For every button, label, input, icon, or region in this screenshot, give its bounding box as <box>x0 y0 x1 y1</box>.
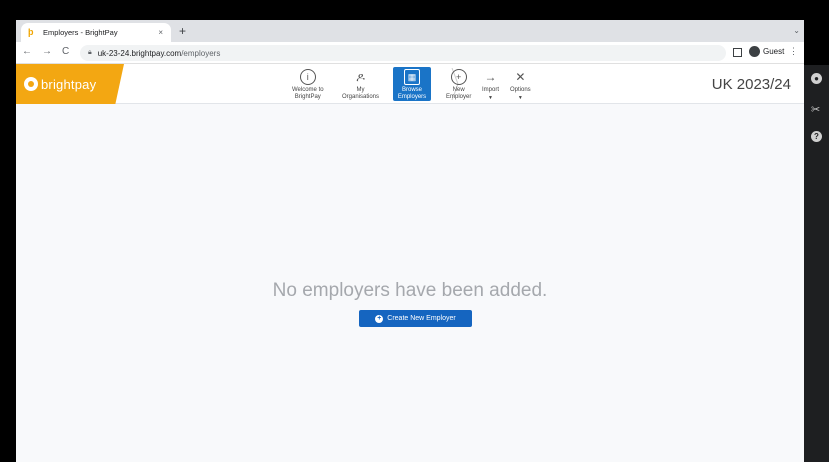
building-icon: ▦ <box>404 69 420 85</box>
people-icon: ዶ <box>356 69 365 84</box>
plus-circle-icon: + <box>375 314 384 323</box>
nav-browse-employers[interactable]: ▦ Browse Employers <box>393 67 431 101</box>
forward-button[interactable]: → <box>42 46 52 57</box>
nav-browse-label: Browse Employers <box>397 87 427 100</box>
nav-welcome-label: Welcome to BrightPay <box>292 87 324 100</box>
tax-year-label: UK 2023/24 <box>711 76 791 93</box>
tab-title: Employers - BrightPay <box>43 28 118 37</box>
browser-menu-icon[interactable]: ⋮ <box>789 46 798 57</box>
nav-options-label: Options <box>510 87 531 93</box>
nav-options[interactable]: ✕ Options ▼ <box>510 67 531 101</box>
brand-name: brightpay <box>41 76 97 92</box>
chevron-down-icon: ▼ <box>488 94 493 101</box>
back-button[interactable]: ← <box>22 46 32 57</box>
side-panel-icon[interactable] <box>733 48 742 57</box>
address-bar[interactable]: 🔒︎ uk-23-24.brightpay.com/employers <box>80 45 726 61</box>
tools-icon: ✕ <box>515 70 526 84</box>
import-arrow-icon: → <box>484 70 497 84</box>
help-icon[interactable]: ? <box>811 131 822 142</box>
tab-close-icon[interactable]: × <box>158 28 163 37</box>
app-header: brightpay i Welcome to BrightPay ዶ My Orga… <box>16 64 804 104</box>
nav-import[interactable]: → Import ▼ <box>482 67 499 101</box>
browser-toolbar: ← → C 🔒︎ uk-23-24.brightpay.com/employer… <box>16 42 804 64</box>
url-text: uk-23-24.brightpay.com/employers <box>97 48 221 58</box>
avatar-icon <box>749 46 760 57</box>
settings-tools-icon[interactable]: ✂︎ <box>811 105 820 116</box>
browser-window: ϸ Employers - BrightPay × + ⌄ ← → C 🔒︎ u… <box>16 20 804 462</box>
nav-new-employer[interactable]: + New Employer <box>446 67 471 101</box>
tab-strip: ϸ Employers - BrightPay × + ⌄ <box>16 20 804 42</box>
create-button-label: Create New Employer <box>387 315 456 322</box>
new-tab-button[interactable]: + <box>179 24 186 38</box>
nav-new-employer-label: New Employer <box>446 87 472 100</box>
profile-label: Guest <box>763 47 785 56</box>
profile-button[interactable]: Guest <box>749 46 784 57</box>
plus-circle-icon: + <box>450 69 467 85</box>
brightpay-logo[interactable]: brightpay <box>16 64 124 104</box>
user-account-icon[interactable]: ● <box>811 73 822 84</box>
create-new-employer-button[interactable]: + Create New Employer <box>359 310 472 327</box>
brightpay-mark-icon <box>24 77 38 91</box>
reload-button[interactable]: C <box>62 46 69 57</box>
nav-welcome[interactable]: i Welcome to BrightPay <box>292 67 324 101</box>
empty-state-message: No employers have been added. <box>272 280 548 301</box>
lock-icon[interactable]: 🔒︎ <box>88 49 92 57</box>
browser-tab[interactable]: ϸ Employers - BrightPay × <box>21 23 171 42</box>
brightpay-favicon-icon: ϸ <box>28 27 34 37</box>
nav-import-label: Import <box>482 87 500 93</box>
chevron-down-icon: ▼ <box>517 94 523 101</box>
info-circle-icon: i <box>299 69 316 85</box>
nav-my-organisations[interactable]: ዶ My Organisations <box>342 67 379 101</box>
nav-organisations-label: My Organisations <box>342 87 380 100</box>
tab-search-chevron-icon[interactable]: ⌄ <box>793 26 800 35</box>
right-sidebar: ● ✂︎ ? <box>804 65 829 462</box>
